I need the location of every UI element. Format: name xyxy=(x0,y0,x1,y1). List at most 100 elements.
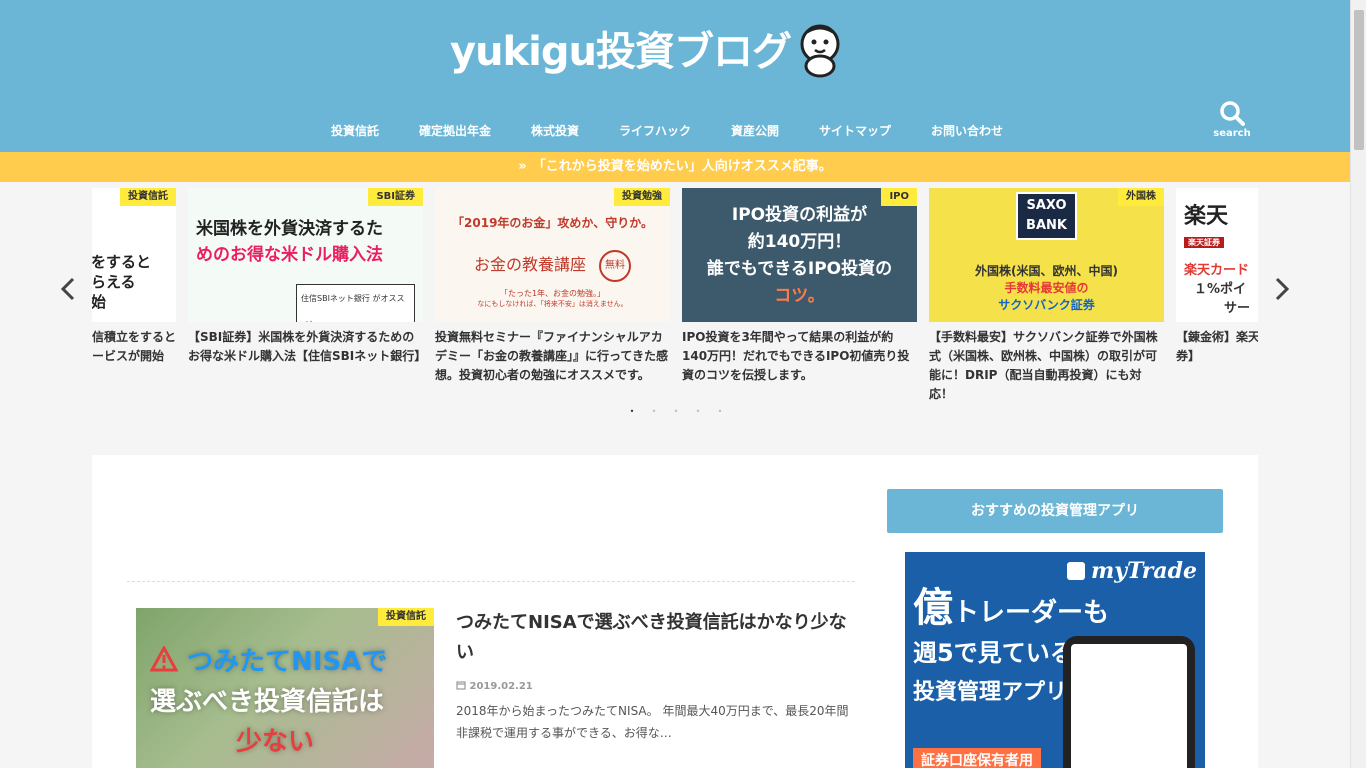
scrollbar[interactable] xyxy=(1350,0,1366,768)
nav-item-investment-trust[interactable]: 投資信託 xyxy=(311,118,399,144)
chevron-left-icon xyxy=(60,277,75,301)
slide-thumbnail: 投資勉強 「2019年のお金」攻めか、守りか。 お金の教養講座 無料 「たった1… xyxy=(435,188,670,322)
thumb-text: らえる xyxy=(92,273,136,291)
featured-link-text: 「これから投資を始めたい」人向けオススメ記事。 xyxy=(532,159,832,174)
mytrade-ad-banner[interactable]: myTrade 億トレーダーも 週5で見ている 投資管理アプリ 証券口座保有者用 xyxy=(905,552,1205,768)
thumb-text: つみたてNISAで xyxy=(187,647,388,677)
carousel-slide[interactable]: 投資信託 をすると らえる 始 信積立をすると ービスが開始 xyxy=(92,188,176,366)
thumb-text: なにもしなければ、「将来不安」は消えません。 xyxy=(477,299,628,308)
chevron-right-icon xyxy=(1275,277,1290,301)
carousel-dot[interactable]: • xyxy=(672,408,680,416)
thumb-text: 住信SBIネット銀行 がオススメ！ xyxy=(296,284,415,322)
carousel-slide[interactable]: IPO IPO投資の利益が 約140万円！ 誰でもできるIPO投資の コツ。 I… xyxy=(682,188,917,385)
thumb-text: をすると xyxy=(92,253,152,271)
main-nav: 投資信託 確定拠出年金 株式投資 ライフハック 資産公開 サイトマップ お問い合… xyxy=(0,118,1350,144)
category-tag: 投資勉強 xyxy=(614,188,670,206)
slide-caption: 投資無料セミナー『ファイナンシャルアカデミー「お金の教養講座」』に行ってきた感想… xyxy=(435,330,669,382)
article-card[interactable]: 投資信託 つみたてNISAで 選ぶべき投資信託は 少ない つみたてNISAで選ぶ… xyxy=(136,608,856,768)
carousel-dot[interactable]: • xyxy=(628,408,636,416)
featured-link-bar[interactable]: » 「これから投資を始めたい」人向けオススメ記事。 xyxy=(0,152,1350,182)
warning-icon xyxy=(149,644,187,677)
article-date-text: 2019.02.21 xyxy=(469,681,533,692)
thumb-text: お金の教養講座 xyxy=(473,255,586,274)
thumb-text: 選ぶべき投資信託は xyxy=(150,687,385,717)
nav-item-contact[interactable]: お問い合わせ xyxy=(911,118,1023,144)
slide-thumbnail: SBI証券 米国株を外貨決済するた めのお得な米ドル購入法 住信SBIネット銀行… xyxy=(188,188,423,322)
carousel-dot[interactable]: • xyxy=(716,408,724,416)
carousel-slide[interactable]: SBI証券 米国株を外貨決済するた めのお得な米ドル購入法 住信SBIネット銀行… xyxy=(188,188,427,366)
thumb-text: サクソバンク証券 xyxy=(998,298,1095,312)
slide-caption: 信積立をすると ービスが開始 xyxy=(92,330,177,363)
slide-thumbnail: 投資信託 をすると らえる 始 xyxy=(92,188,176,322)
ad-brand-text: myTrade xyxy=(1090,558,1197,584)
thumb-text: 「たった1年、お金の勉強。」 xyxy=(499,288,606,298)
category-tag: SBI証券 xyxy=(368,188,423,206)
article-carousel: 投資信託 をすると らえる 始 信積立をすると ービスが開始 SBI証券 米国株… xyxy=(0,182,1350,432)
carousel-slide[interactable]: 投資勉強 「2019年のお金」攻めか、守りか。 お金の教養講座 無料 「たった1… xyxy=(435,188,670,385)
carousel-prev-button[interactable] xyxy=(58,274,78,310)
thumb-text: 始 xyxy=(92,293,107,311)
mytrade-logo-icon xyxy=(1066,562,1085,580)
slide-caption: 【手数料最安】サクソバンク証券で外国株式（米国株、欧州株、中国株）の取引が可能に… xyxy=(929,330,1158,401)
thumb-text: １%ポイ xyxy=(1194,282,1247,297)
article-thumbnail[interactable]: 投資信託 つみたてNISAで 選ぶべき投資信託は 少ない xyxy=(136,608,434,768)
category-tag: 投資信託 xyxy=(120,188,176,206)
category-tag: IPO xyxy=(881,188,917,206)
carousel-slide[interactable]: 楽天 楽天証券 楽天カード １%ポイ サー 【錬金術】楽天 １%ポイントが 【楽… xyxy=(1176,188,1258,366)
ad-copy-text: 億 xyxy=(913,585,953,631)
search-button[interactable]: search xyxy=(1212,100,1252,139)
thumb-text: 約140万円！ xyxy=(747,232,852,252)
slide-caption: 【錬金術】楽天 １%ポイントが 【楽天証券】 xyxy=(1176,330,1258,363)
nav-item-sitemap[interactable]: サイトマップ xyxy=(799,118,911,144)
slide-thumbnail: 楽天 楽天証券 楽天カード １%ポイ サー xyxy=(1176,188,1258,322)
thumb-text: 楽天 xyxy=(1184,204,1229,229)
main-content: 投資信託 つみたてNISAで 選ぶべき投資信託は 少ない つみたてNISAで選ぶ… xyxy=(92,455,1258,768)
thumb-text: 手数料最安値の xyxy=(1004,281,1089,295)
carousel-dot[interactable]: • xyxy=(694,408,702,416)
slide-thumbnail: 外国株 SAXO BANK 外国株(米国、欧州、中国) 手数料最安値の サクソバ… xyxy=(929,188,1164,322)
thumb-text: 少ない xyxy=(235,727,314,757)
thumb-text: 楽天証券 xyxy=(1184,237,1224,248)
article-date: 2019.02.21 xyxy=(456,680,533,692)
slide-thumbnail: IPO IPO投資の利益が 約140万円！ 誰でもできるIPO投資の コツ。 xyxy=(682,188,917,322)
logo-text: yukigu投資ブログ xyxy=(450,29,792,75)
thumb-text: 楽天カード xyxy=(1184,263,1250,278)
penguin-icon xyxy=(795,22,845,82)
nav-item-dc-pension[interactable]: 確定拠出年金 xyxy=(399,118,511,144)
site-logo[interactable]: yukigu投資ブログ xyxy=(450,22,845,82)
thumb-text: サー xyxy=(1224,301,1251,316)
thumb-text: BANK xyxy=(1026,218,1067,233)
thumb-text-block: つみたてNISAで 選ぶべき投資信託は 少ない xyxy=(149,642,434,762)
carousel-slide[interactable]: 外国株 SAXO BANK 外国株(米国、欧州、中国) 手数料最安値の サクソバ… xyxy=(929,188,1164,404)
divider xyxy=(127,581,855,582)
calendar-icon xyxy=(456,681,469,692)
thumb-text: 誰でもできるIPO投資の xyxy=(706,259,893,279)
thumb-text: コツ。 xyxy=(774,286,825,306)
carousel-dot[interactable]: • xyxy=(650,408,658,416)
slide-caption: 【SBI証券】米国株を外貨決済するためのお得な米ドル購入法【住信SBIネット銀行… xyxy=(188,330,427,363)
carousel-dots: • • • • • xyxy=(628,408,724,416)
thumb-text: 無料 xyxy=(599,249,632,282)
ad-badge: 証券口座保有者用 xyxy=(913,748,1041,768)
chevron-right-icon: » xyxy=(518,159,527,174)
thumb-text: めのお得な米ドル購入法 xyxy=(196,245,383,265)
nav-item-stocks[interactable]: 株式投資 xyxy=(511,118,599,144)
thumb-text: SAXO xyxy=(1026,198,1067,213)
slide-caption: IPO投資を3年間やって結果の利益が約140万円！だれでもできるIPO初値売り投… xyxy=(682,330,910,382)
thumb-text: 米国株を外貨決済するた xyxy=(196,219,383,239)
nav-item-assets[interactable]: 資産公開 xyxy=(711,118,799,144)
article-excerpt: 2018年から始まったつみたてNISA。 年間最大40万円まで、最長20年間非課… xyxy=(456,704,849,740)
ad-copy-text: トレーダーも xyxy=(953,598,1110,628)
site-header: yukigu投資ブログ 投資信託 確定拠出年金 株式投資 ライフハック 資産公開… xyxy=(0,0,1350,152)
category-tag: 投資信託 xyxy=(378,608,434,626)
search-label: search xyxy=(1213,128,1251,139)
ad-brand: myTrade xyxy=(1066,558,1197,584)
carousel-next-button[interactable] xyxy=(1272,274,1292,310)
thumb-text: 外国株(米国、欧州、中国) xyxy=(975,264,1118,278)
carousel-track: 投資信託 をすると らえる 始 信積立をすると ービスが開始 SBI証券 米国株… xyxy=(92,188,1258,418)
scrollbar-thumb[interactable] xyxy=(1354,10,1364,150)
thumb-text: IPO投資の利益が xyxy=(731,205,868,225)
article-title[interactable]: つみたてNISAで選ぶべき投資信託はかなり少ない xyxy=(456,608,851,668)
nav-item-lifehack[interactable]: ライフハック xyxy=(599,118,711,144)
thumb-text: 「2019年のお金」攻めか、守りか。 xyxy=(452,216,653,230)
